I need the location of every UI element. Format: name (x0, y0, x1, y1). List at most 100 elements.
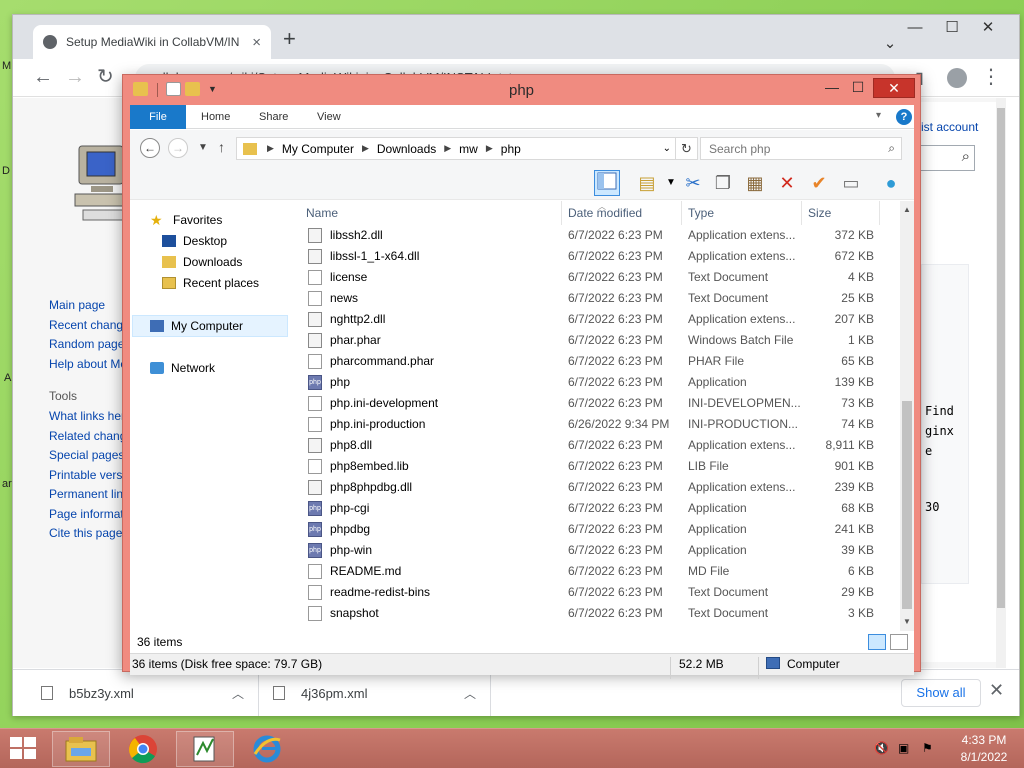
wiki-link-help[interactable]: Help about Me (49, 355, 127, 375)
file-row[interactable]: license 6/7/2022 6:23 PM Text Document 4 KB (300, 267, 890, 288)
tab-home[interactable]: Home (201, 105, 230, 129)
tab-view[interactable]: View (317, 105, 341, 129)
mute-icon[interactable]: 🔇 (874, 741, 889, 755)
scroll-down-icon[interactable]: ▼ (900, 615, 914, 629)
file-row[interactable]: php php-cgi 6/7/2022 6:23 PM Application 68 … (300, 498, 890, 519)
globe-icon[interactable]: ● (878, 170, 904, 196)
search-icon[interactable]: ⌕ (962, 148, 970, 165)
recent-locations-icon[interactable]: ▼ (198, 142, 208, 153)
wiki-link-cite-page[interactable]: Cite this page (49, 524, 127, 544)
wiki-link-printable-version[interactable]: Printable vers (49, 466, 127, 486)
download-item[interactable]: b5bz3y.xml ︿ (41, 670, 259, 716)
browser-maximize-button[interactable]: ☐ (935, 15, 969, 43)
column-name[interactable]: Name (300, 201, 562, 225)
copy-icon[interactable]: ❐ (710, 170, 736, 196)
column-size[interactable]: Size (802, 201, 880, 225)
file-list-scrollbar[interactable]: ▲ ▼ (900, 201, 914, 631)
breadcrumb-php[interactable]: php (501, 142, 521, 156)
wiki-link-what-links-here[interactable]: What links her (49, 407, 127, 427)
taskbar-chrome[interactable] (114, 731, 172, 767)
search-icon[interactable]: ⌕ (888, 141, 895, 156)
download-item[interactable]: 4j36pm.xml ︿ (273, 670, 491, 716)
cut-icon[interactable]: ✂ (680, 170, 706, 196)
nav-network[interactable]: Network (150, 361, 215, 375)
file-row[interactable]: snapshot 6/7/2022 6:23 PM Text Document 3 K… (300, 603, 890, 624)
nav-recent-places[interactable]: Recent places (162, 276, 259, 290)
wiki-link-main-page[interactable]: Main page (49, 296, 127, 316)
nav-my-computer[interactable]: My Computer (150, 319, 243, 333)
tab-share[interactable]: Share (259, 105, 288, 129)
file-row[interactable]: libssh2.dll 6/7/2022 6:23 PM Application e… (300, 225, 890, 246)
address-field[interactable]: ▶ My Computer ▶ Downloads ▶ mw ▶ php ⌄ (236, 137, 676, 160)
profile-avatar-icon[interactable] (947, 68, 967, 88)
taskbar-notepadpp[interactable] (176, 731, 234, 767)
chevron-down-icon[interactable]: ⌄ (663, 143, 671, 154)
file-row[interactable]: nghttp2.dll 6/7/2022 6:23 PM Application e… (300, 309, 890, 330)
file-row[interactable]: phar.phar 6/7/2022 6:23 PM Windows Batch F… (300, 330, 890, 351)
column-date-modified[interactable]: Date modified (562, 201, 682, 225)
rename-icon[interactable]: ▭ (838, 170, 864, 196)
refresh-button[interactable]: ↻ (676, 137, 698, 160)
expand-ribbon-icon[interactable]: ▾ (876, 110, 881, 121)
file-row[interactable]: php php 6/7/2022 6:23 PM Application 139 KB (300, 372, 890, 393)
checkmark-icon[interactable]: ✔ (806, 170, 832, 196)
nav-desktop[interactable]: Desktop (162, 234, 227, 248)
file-row[interactable]: php.ini-production 6/26/2022 9:34 PM INI-P… (300, 414, 890, 435)
browser-menu-icon[interactable]: ⋮ (981, 67, 1001, 87)
file-row[interactable]: news 6/7/2022 6:23 PM Text Document 25 KB (300, 288, 890, 309)
new-tab-button[interactable]: + (283, 28, 296, 50)
file-row[interactable]: php.ini-development 6/7/2022 6:23 PM INI-D… (300, 393, 890, 414)
search-input[interactable]: Search php ⌕ (700, 137, 902, 160)
nav-downloads[interactable]: Downloads (162, 255, 242, 269)
file-row[interactable]: libssl-1_1-x64.dll 6/7/2022 6:23 PM Applic… (300, 246, 890, 267)
forward-arrow-icon[interactable]: → (65, 67, 85, 87)
browser-tab[interactable]: Setup MediaWiki in CollabVM/IN × (33, 25, 271, 59)
show-all-button[interactable]: Show all (901, 679, 981, 707)
wiki-link-permanent-link[interactable]: Permanent lin (49, 485, 127, 505)
wiki-search-input[interactable]: ⌕ (919, 145, 975, 171)
details-view-icon[interactable] (868, 634, 886, 650)
paste-icon[interactable]: ▦ (742, 170, 768, 196)
wiki-link-related-changes[interactable]: Related chang (49, 427, 127, 447)
column-type[interactable]: Type (682, 201, 802, 225)
tab-file[interactable]: File (130, 105, 186, 129)
explorer-maximize-button[interactable]: ☐ (847, 78, 869, 98)
file-row[interactable]: php php-win 6/7/2022 6:23 PM Application 39 … (300, 540, 890, 561)
breadcrumb-mw[interactable]: mw (459, 142, 478, 156)
wiki-link-random-page[interactable]: Random page (49, 335, 127, 355)
explorer-close-button[interactable]: ✕ (873, 78, 915, 98)
wiki-link-page-information[interactable]: Page informat (49, 505, 127, 525)
folder-options-icon[interactable]: ▤ (634, 170, 660, 196)
breadcrumb-my-computer[interactable]: My Computer (282, 142, 354, 156)
explorer-minimize-button[interactable]: — (821, 78, 843, 98)
action-center-icon[interactable]: ⚑ (922, 741, 933, 755)
nav-favorites[interactable]: ★ Favorites (150, 213, 222, 227)
scroll-thumb[interactable] (902, 401, 912, 609)
browser-minimize-button[interactable]: — (898, 15, 932, 43)
file-row[interactable]: php phpdbg 6/7/2022 6:23 PM Application 241 … (300, 519, 890, 540)
browser-scrollbar[interactable] (996, 98, 1006, 668)
close-icon[interactable]: ✕ (989, 680, 1004, 701)
breadcrumb-downloads[interactable]: Downloads (377, 142, 436, 156)
wiki-link-special-pages[interactable]: Special pages (49, 446, 127, 466)
network-icon[interactable]: ▣ (898, 741, 909, 755)
back-button[interactable]: ← (140, 138, 160, 158)
file-row[interactable]: php8embed.lib 6/7/2022 6:23 PM LIB File 901… (300, 456, 890, 477)
scroll-up-icon[interactable]: ▲ (900, 203, 914, 217)
help-icon[interactable]: ? (896, 109, 912, 125)
up-arrow-icon[interactable]: ↑ (218, 139, 225, 155)
windows-start-icon[interactable] (10, 737, 38, 761)
file-row[interactable]: php8phpdbg.dll 6/7/2022 6:23 PM Applicatio… (300, 477, 890, 498)
back-arrow-icon[interactable]: ← (33, 67, 53, 87)
wiki-account-link[interactable]: ist account (921, 120, 978, 134)
wiki-link-recent-changes[interactable]: Recent chang (49, 316, 127, 336)
file-row[interactable]: php8.dll 6/7/2022 6:23 PM Application exte… (300, 435, 890, 456)
taskbar-file-explorer[interactable] (52, 731, 110, 767)
taskbar-clock[interactable]: 4:33 PM 8/1/2022 (950, 732, 1018, 766)
file-row[interactable]: README.md 6/7/2022 6:23 PM MD File 6 KB (300, 561, 890, 582)
forward-button[interactable]: → (168, 138, 188, 158)
preview-pane-icon[interactable] (594, 170, 620, 196)
chevron-up-icon[interactable]: ︿ (232, 685, 244, 702)
delete-icon[interactable]: ✕ (774, 170, 800, 196)
tab-close-icon[interactable]: × (252, 34, 261, 51)
